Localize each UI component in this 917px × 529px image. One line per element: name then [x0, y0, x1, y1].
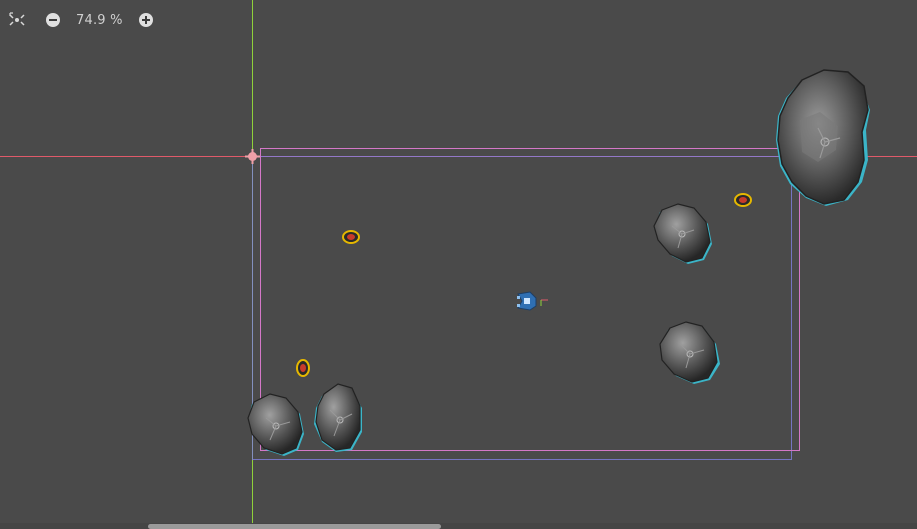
- horizontal-scrollbar-thumb[interactable]: [148, 524, 441, 529]
- rock-small[interactable]: [314, 383, 362, 452]
- powerup[interactable]: [734, 193, 752, 207]
- player-ship[interactable]: [517, 291, 548, 311]
- rock-medium[interactable]: [659, 321, 720, 384]
- scene-canvas[interactable]: [0, 0, 917, 529]
- center-view-icon[interactable]: [6, 9, 28, 31]
- rock-small[interactable]: [247, 393, 304, 456]
- powerup[interactable]: [296, 359, 310, 377]
- zoom-in-icon[interactable]: [135, 9, 157, 31]
- canvas-viewport[interactable]: 74.9 %: [0, 0, 917, 529]
- zoom-out-icon[interactable]: [42, 9, 64, 31]
- powerup[interactable]: [342, 230, 360, 244]
- rock-large[interactable]: [776, 69, 870, 206]
- rock-medium[interactable]: [653, 203, 712, 264]
- zoom-toolbar: 74.9 %: [6, 8, 157, 32]
- origin-marker[interactable]: [245, 149, 260, 164]
- horizontal-scrollbar[interactable]: [0, 523, 917, 529]
- zoom-level-label[interactable]: 74.9 %: [72, 13, 127, 28]
